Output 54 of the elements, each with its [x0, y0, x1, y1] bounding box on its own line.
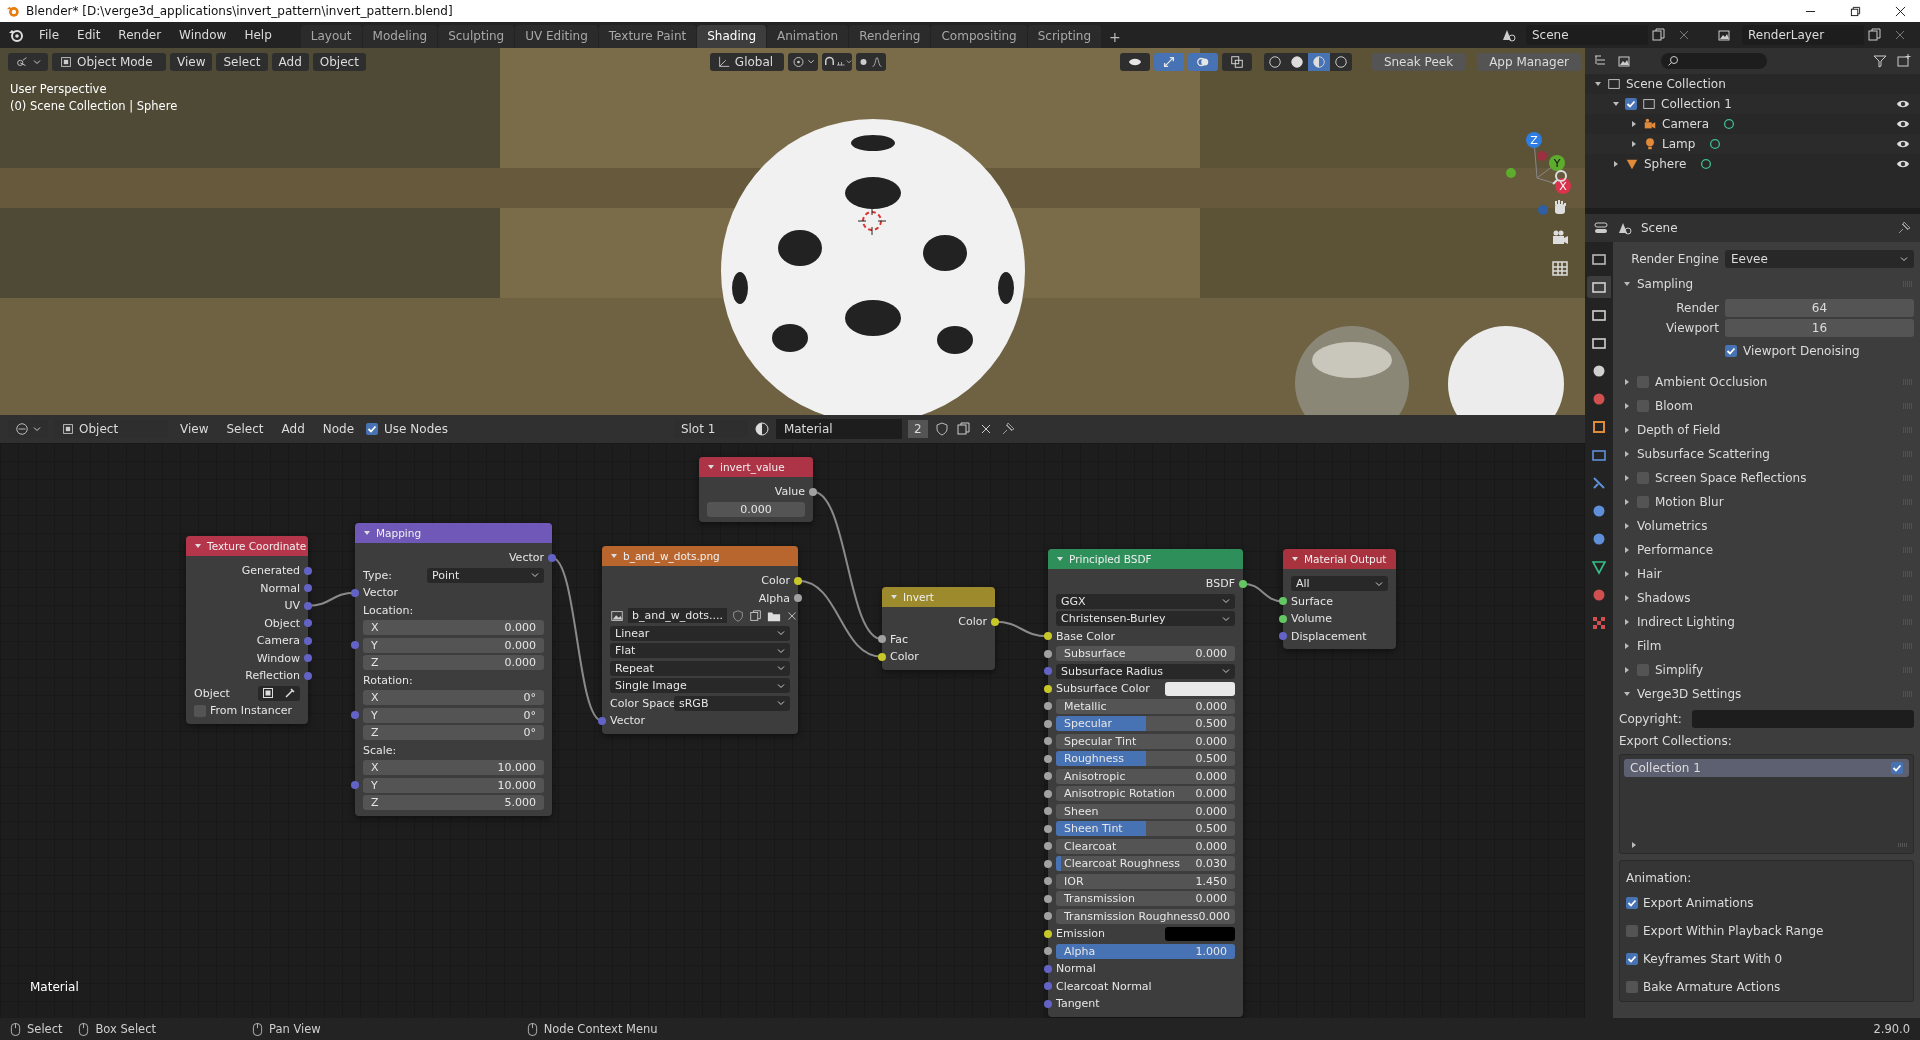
socket-label: Location: — [363, 603, 414, 617]
socket-label: Vector — [508, 551, 544, 565]
socket-label: Normal — [1056, 962, 1096, 976]
list-label: Export Collections: — [1619, 734, 1733, 748]
socket-label: Displacement — [1291, 629, 1367, 643]
socket-label: Reflection — [245, 669, 300, 683]
field-label: Copyright: — [1619, 712, 1682, 726]
status-hint: Box Select — [95, 1022, 156, 1036]
context-title: Scene — [1641, 221, 1678, 235]
socket-label: Rotation: — [363, 673, 413, 687]
viewport-info-text: User Perspective — [10, 82, 108, 96]
socket-label: UV — [284, 599, 300, 613]
socket-label: Volume — [1291, 612, 1332, 626]
field-label: Viewport — [1664, 321, 1719, 335]
socket-label: Normal — [260, 581, 300, 595]
group-label: Animation: — [1626, 870, 1693, 887]
field-label: Type: — [363, 568, 393, 582]
status-hint: Node Context Menu — [543, 1022, 658, 1036]
socket-label: Fac — [890, 632, 909, 646]
window-title: Blender* [D:\verge3d_applications\invert_pattern\invert_pattern.blend] — [26, 4, 453, 18]
field-label: Object — [194, 686, 231, 700]
viewport-info-text: (0) Scene Collection | Sphere — [10, 99, 178, 113]
socket-label: Alpha — [758, 591, 790, 605]
socket-label: Clearcoat Normal — [1056, 979, 1152, 993]
socket-label: Vector — [610, 714, 646, 728]
node-title: Invert — [903, 591, 934, 603]
socket-label: Subsurface Color — [1056, 682, 1150, 696]
node-title: b_and_w_dots.png — [623, 550, 720, 562]
node-title: Material Output — [1304, 553, 1387, 565]
socket-label: Vector — [363, 586, 399, 600]
socket-label: Color — [890, 650, 919, 664]
node-title: invert_value — [720, 461, 785, 473]
socket-label: Emission — [1056, 927, 1105, 941]
material-name-text: Material — [30, 980, 79, 994]
socket-label: Value — [774, 485, 805, 499]
socket-label: Surface — [1291, 594, 1333, 608]
socket-label: Tangent — [1056, 997, 1100, 1011]
socket-label: Window — [256, 651, 300, 665]
socket-label: Color — [761, 574, 790, 588]
node-title: Mapping — [376, 527, 422, 539]
socket-label: Color — [958, 615, 987, 629]
node-title: Principled BSDF — [1069, 553, 1152, 565]
socket-label: Base Color — [1056, 629, 1115, 643]
socket-label: Object — [264, 616, 300, 630]
version-text: 2.90.0 — [1873, 1022, 1911, 1036]
socket-label: Camera — [256, 634, 300, 648]
field-label: Render Engine — [1630, 252, 1719, 266]
field-label: Render — [1675, 301, 1719, 315]
socket-label: Scale: — [363, 743, 397, 757]
status-hint: Pan View — [269, 1022, 321, 1036]
node-title: Texture Coordinate — [207, 540, 307, 552]
status-hint: Select — [27, 1022, 63, 1036]
socket-label: Generated — [241, 564, 300, 578]
socket-label: BSDF — [1205, 577, 1235, 591]
